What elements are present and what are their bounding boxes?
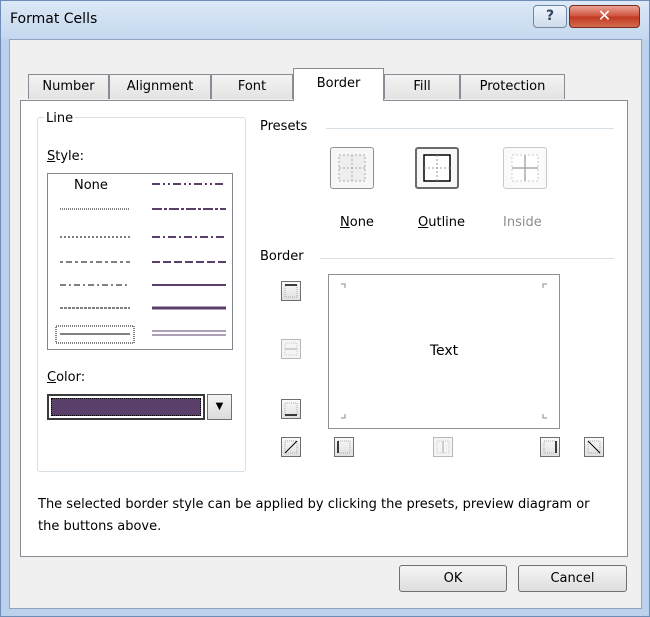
close-button[interactable]: ✕ bbox=[569, 5, 640, 28]
border-diagonal-up-button[interactable] bbox=[281, 437, 301, 457]
preview-text: Text bbox=[429, 343, 459, 359]
color-label: Color: bbox=[47, 370, 86, 385]
border-separator bbox=[320, 258, 614, 259]
preset-none-button[interactable] bbox=[330, 147, 374, 189]
line-style-swatches[interactable] bbox=[48, 174, 232, 349]
color-dropdown[interactable]: ▼ bbox=[47, 394, 232, 420]
tab-alignment[interactable]: Alignment bbox=[109, 74, 211, 99]
ok-button[interactable]: OK bbox=[399, 565, 507, 592]
border-bottom-button[interactable] bbox=[281, 399, 301, 419]
border-left-button[interactable] bbox=[334, 437, 354, 457]
preset-none-label: None bbox=[340, 215, 374, 230]
border-top-icon bbox=[284, 284, 298, 298]
cancel-button[interactable]: Cancel bbox=[518, 565, 627, 592]
border-inside-vertical-icon bbox=[436, 440, 450, 454]
border-top-button[interactable] bbox=[281, 281, 301, 301]
tab-border[interactable]: Border bbox=[293, 68, 384, 101]
border-inside-horizontal-icon bbox=[284, 342, 298, 356]
preset-inside-label: Inside bbox=[503, 215, 542, 230]
presets-separator bbox=[326, 128, 614, 129]
border-bottom-icon bbox=[284, 402, 298, 416]
border-inside-vertical-button[interactable] bbox=[433, 437, 453, 457]
tab-number[interactable]: Number bbox=[28, 74, 109, 99]
dialog-title: Format Cells bbox=[10, 11, 98, 27]
border-diagonal-up-icon bbox=[284, 440, 298, 454]
border-left-icon bbox=[337, 440, 351, 454]
color-dropdown-arrow-icon[interactable]: ▼ bbox=[207, 394, 232, 420]
border-diagonal-down-icon bbox=[587, 440, 601, 454]
border-group-label: Border bbox=[260, 249, 308, 264]
selected-color-swatch bbox=[51, 398, 201, 416]
title-bar[interactable]: Format Cells ? ✕ bbox=[1, 1, 649, 39]
tab-fill[interactable]: Fill bbox=[384, 74, 460, 99]
preset-inside-button[interactable] bbox=[503, 147, 547, 189]
tab-font[interactable]: Font bbox=[211, 74, 293, 99]
presets-group-label: Presets bbox=[260, 119, 312, 134]
preset-none-icon bbox=[338, 154, 366, 182]
preset-outline-label: Outline bbox=[418, 215, 466, 230]
preset-outline-button[interactable] bbox=[415, 147, 459, 189]
description-text: The selected border style can be applied… bbox=[38, 497, 590, 534]
preset-outline-icon bbox=[423, 154, 451, 182]
tab-protection[interactable]: Protection bbox=[460, 74, 565, 99]
border-right-icon bbox=[543, 440, 557, 454]
color-swatch-field[interactable] bbox=[47, 394, 205, 420]
style-label: Style: bbox=[47, 149, 85, 164]
border-preview-area[interactable]: Text bbox=[328, 274, 560, 429]
border-right-button[interactable] bbox=[540, 437, 560, 457]
preset-inside-icon bbox=[511, 154, 539, 182]
help-button[interactable]: ? bbox=[533, 5, 567, 28]
line-group-label: Line bbox=[44, 111, 76, 126]
border-diagonal-down-button[interactable] bbox=[584, 437, 604, 457]
line-style-list[interactable]: None bbox=[47, 173, 233, 350]
border-inside-horizontal-button[interactable] bbox=[281, 339, 301, 359]
